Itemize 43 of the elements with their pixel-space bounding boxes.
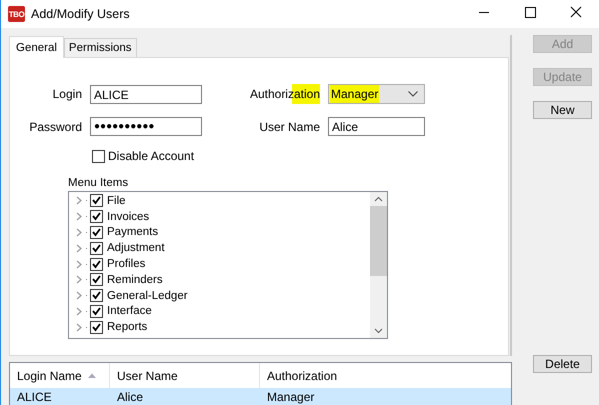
checkbox[interactable] [90,304,103,318]
checkbox[interactable] [90,273,103,286]
password-field[interactable]: ●●●●●●●●●● [90,117,202,136]
chevron-down-icon [408,91,418,97]
table-cell-text: Alice [116,390,144,404]
checkbox[interactable] [90,210,103,224]
tree-item[interactable]: Reports [107,321,148,334]
tree-item[interactable]: Adjustment [107,242,165,254]
tree-item[interactable]: Payments [107,226,158,238]
checkbox[interactable] [90,258,103,271]
delete-button[interactable]: Delete [533,355,592,373]
table-row[interactable]: ALICE Alice Manager [10,388,511,405]
field-label: User Name [259,120,320,134]
app-logo: TBO [8,6,25,22]
checkbox[interactable] [90,320,103,334]
login-field[interactable]: ALICE [90,84,202,104]
user-name-field[interactable]: Alice [328,117,425,136]
scroll-thumb[interactable] [370,206,387,276]
tree-item[interactable]: Interface [107,305,152,318]
tree-item[interactable]: Invoices [107,210,150,223]
column-header[interactable]: Authorization [260,363,511,388]
tree-item[interactable]: Profiles [107,258,146,270]
table-cell-text: ALICE [16,390,53,404]
tree-item[interactable]: General-Ledger [107,290,188,302]
tree-item[interactable]: Reminders [107,274,163,286]
checkbox[interactable] [92,150,105,162]
tab[interactable]: Permissions [64,38,137,57]
tab[interactable]: General [9,36,64,58]
action-button[interactable]: New [533,101,592,119]
authorization-dropdown[interactable]: Manager [328,84,425,104]
checkbox[interactable] [90,289,103,302]
tree-item[interactable]: File [107,194,126,207]
field-label: Login [52,87,82,101]
list-label: Menu Items [68,177,130,189]
checkbox[interactable] [90,194,103,208]
window-title: Add/Modify Users [31,7,130,21]
sort-up-icon [88,373,96,378]
checkbox[interactable] [90,226,103,239]
checkbox-label: Disable Account [108,149,194,163]
checkbox[interactable] [90,242,103,255]
field-label: Password [29,120,82,134]
scrollbar[interactable] [370,192,387,338]
table-cell-text: Manager [266,390,316,404]
